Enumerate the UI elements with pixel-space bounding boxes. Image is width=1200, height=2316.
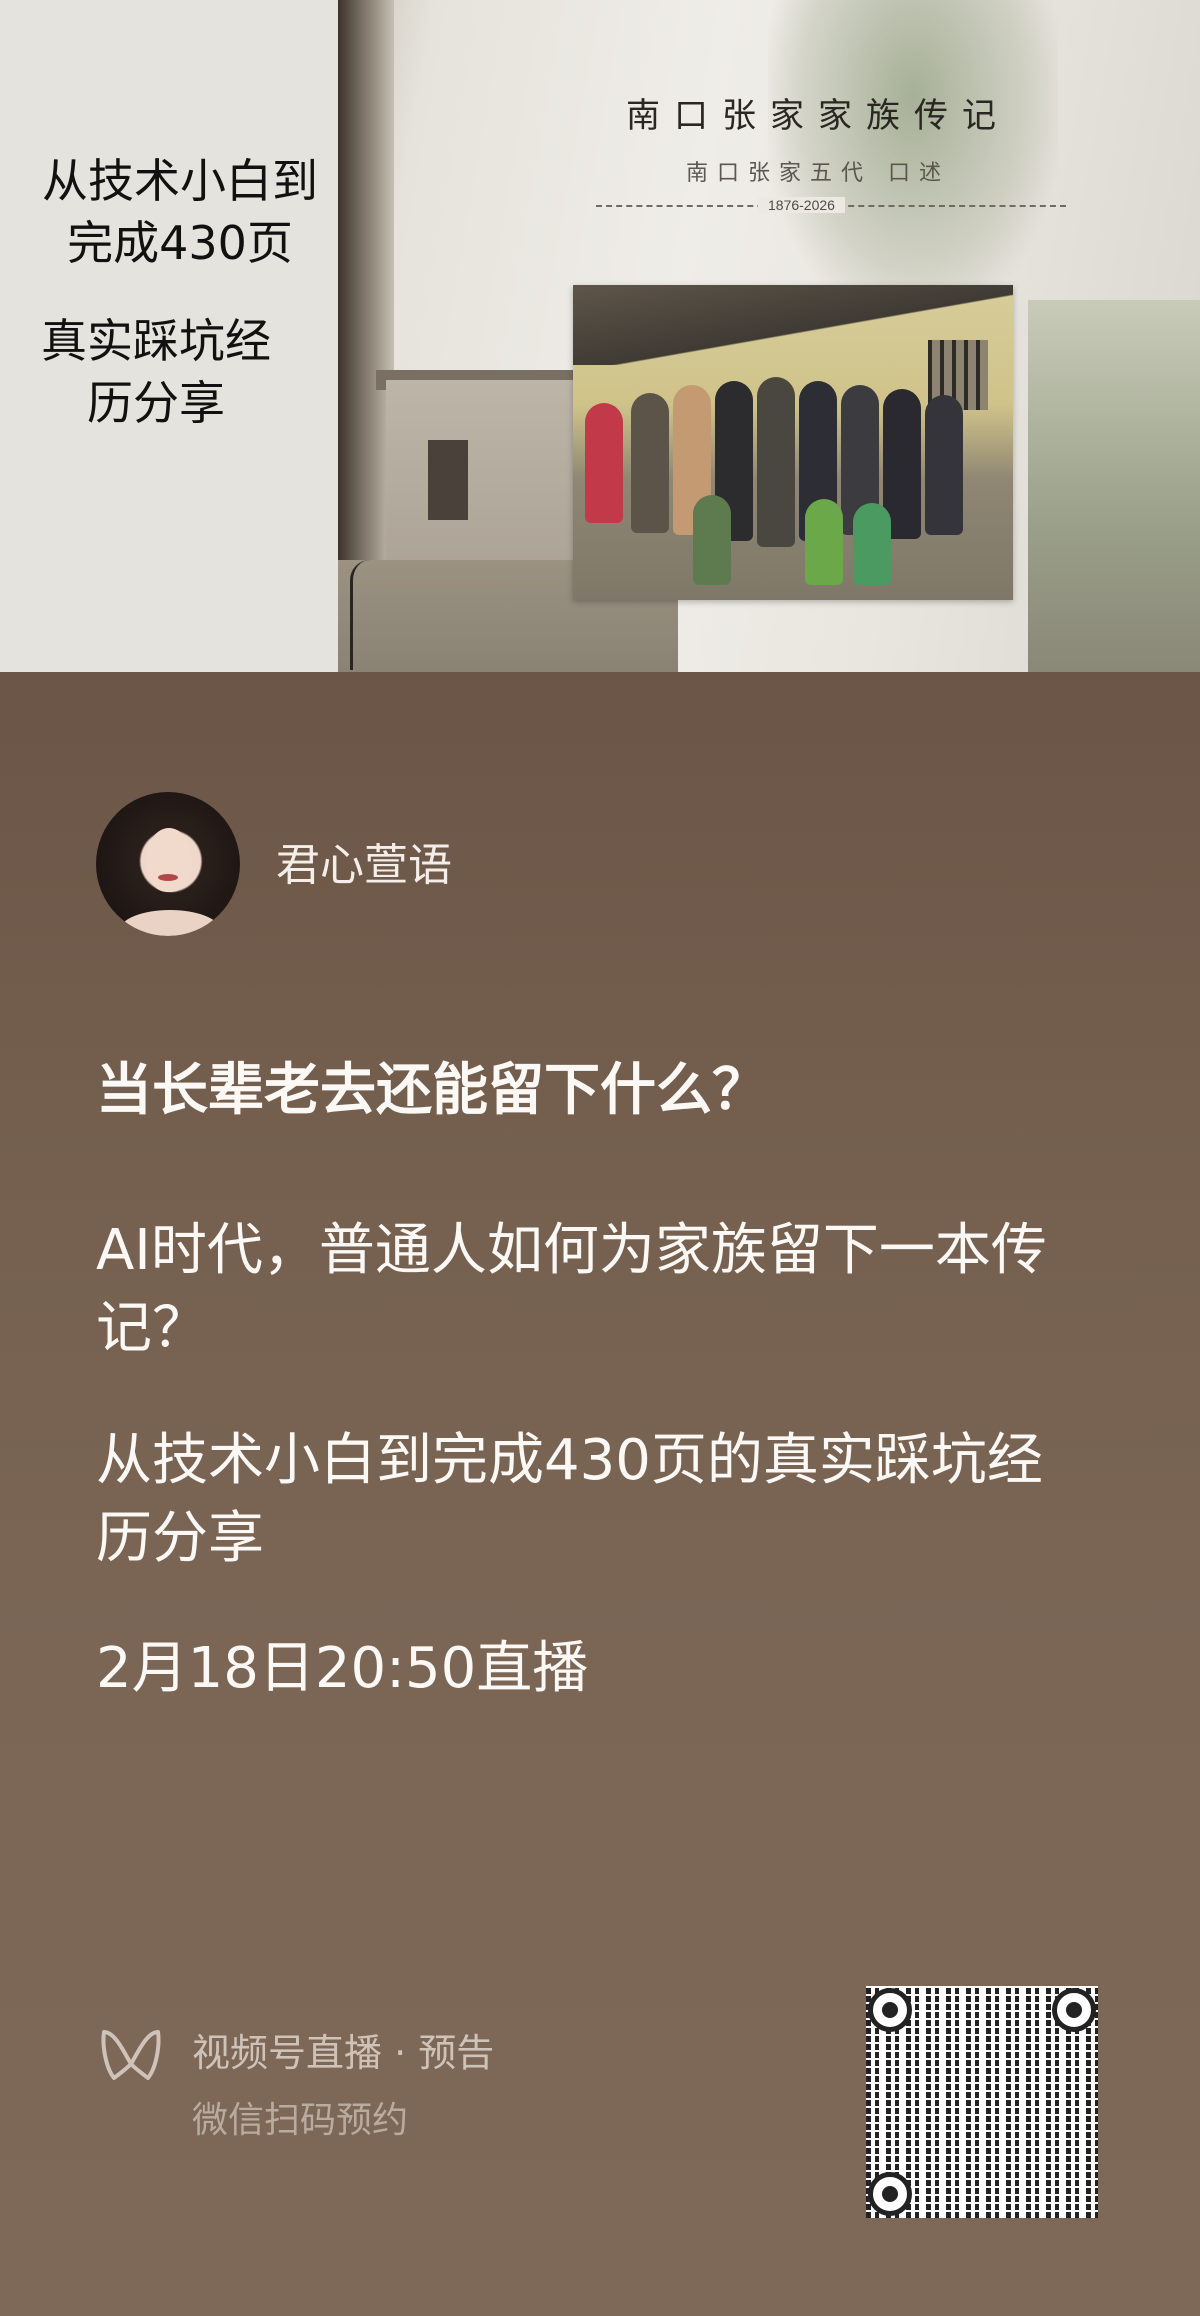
author-name[interactable]: 君心萱语 xyxy=(276,840,452,892)
photo-person xyxy=(631,393,669,533)
hillside xyxy=(1028,300,1200,672)
post-line2: AI时代，普通人如何为家族留下一本传记？ xyxy=(96,1218,1047,1361)
photo-person xyxy=(853,503,891,585)
avatar-lips xyxy=(158,874,178,881)
qr-finder xyxy=(868,2172,912,2216)
lamp-ornament-icon xyxy=(350,560,387,670)
photo-person xyxy=(925,395,963,535)
author-avatar[interactable] xyxy=(96,792,240,936)
qr-finder xyxy=(1052,1988,1096,2032)
book-title: 南口张家家族传记 xyxy=(626,96,1010,136)
channel-label: 视频号直播 · 预告 xyxy=(192,2031,495,2075)
photo-person xyxy=(805,499,843,585)
cover-caption-line2: 真实踩坑经历分享 xyxy=(41,314,271,430)
photo-person xyxy=(693,495,731,585)
post-line3: 从技术小白到完成430页的真实踩坑经历分享 xyxy=(96,1428,1043,1571)
family-group-photo xyxy=(573,285,1013,600)
avatar-face xyxy=(146,828,192,892)
qr-finder xyxy=(868,1988,912,2032)
channels-logo-icon xyxy=(101,2030,161,2080)
post-question: 当长辈老去还能留下什么？ xyxy=(96,1058,768,1123)
qr-code[interactable] xyxy=(866,1986,1098,2218)
photo-person xyxy=(757,377,795,547)
book-subtitle: 南口张家五代 口述 xyxy=(686,161,950,186)
book-cover-photo: 南口张家家族传记 南口张家五代 口述 1876-2026 xyxy=(338,0,1200,672)
live-preview-card: 君心萱语 当长辈老去还能留下什么？ AI时代，普通人如何为家族留下一本传记？ 从… xyxy=(0,672,1200,2316)
photo-person xyxy=(585,403,623,523)
cover-caption-panel: 从技术小白到完成430页 真实踩坑经历分享 xyxy=(0,0,338,672)
cover-image: 从技术小白到完成430页 真实踩坑经历分享 南口张家家族传记 南口张家五代 口述… xyxy=(0,0,1200,672)
live-schedule: 2月18日20:50直播 xyxy=(96,1636,589,1701)
scan-hint: 微信扫码预约 xyxy=(192,2100,409,2141)
cover-caption-line1: 从技术小白到完成430页 xyxy=(42,154,318,270)
book-years: 1876-2026 xyxy=(758,197,845,213)
faded-house-door xyxy=(428,440,468,520)
avatar-shoulder xyxy=(120,910,220,936)
